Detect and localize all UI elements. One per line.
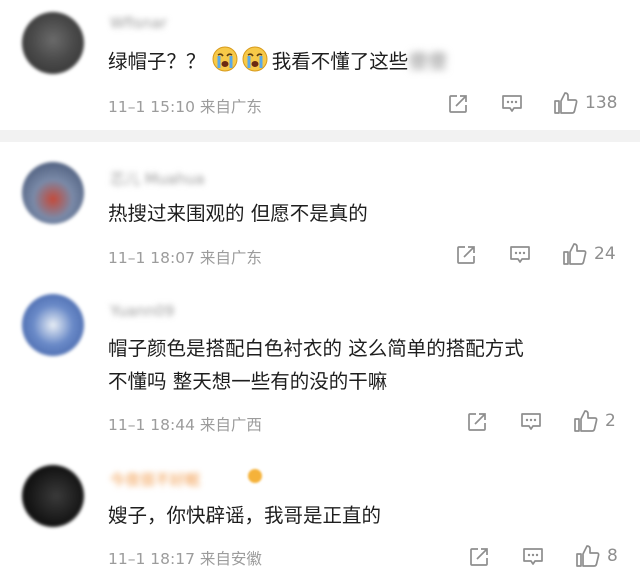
reply-button[interactable] xyxy=(508,244,532,266)
comment-time: 11–1 15:10 xyxy=(108,98,195,116)
comment-location: 来自广西 xyxy=(199,416,262,434)
share-icon xyxy=(468,413,486,431)
avatar[interactable] xyxy=(22,294,84,356)
thumbs-up-icon xyxy=(563,243,587,265)
like-count: 8 xyxy=(607,546,618,566)
comment-meta: 11–1 15:10 来自广东 xyxy=(108,95,262,117)
thumbs-up-icon xyxy=(554,92,578,114)
divider xyxy=(0,130,640,142)
like-count: 24 xyxy=(594,244,616,264)
comment-text-suffix: 我看不懂了这些 xyxy=(271,50,409,73)
comment-text-line-2: 不懂吗 整天想一些有的没的干嘛 xyxy=(108,370,388,393)
comment-text: 热搜过来围观的 但愿不是真的 xyxy=(108,202,368,225)
comment-time: 11–1 18:44 xyxy=(108,416,195,434)
comment-time: 11–1 18:17 xyxy=(108,550,195,568)
comment-item: 芯儿 Muahua 热搜过来围观的 但愿不是真的 11–1 18:07 来自广东… xyxy=(0,142,640,282)
comment-item: 今夜很不好眠 嫂子，你快辟谣，我哥是正直的 11–1 18:17 来自安徽 8 xyxy=(0,447,640,574)
comment-meta: 11–1 18:44 来自广西 xyxy=(108,413,262,435)
comment-icon xyxy=(523,548,543,565)
comment-item: Wfisnar 绿帽子？？ 我看不懂了这些傻傻 11–1 15:10 来自广东 … xyxy=(0,0,640,130)
share-button[interactable] xyxy=(468,546,490,568)
share-icon xyxy=(457,246,475,264)
share-icon xyxy=(449,95,467,113)
share-button[interactable] xyxy=(466,411,488,433)
username[interactable]: 今夜很不好眠 xyxy=(110,469,200,490)
comment-icon xyxy=(502,95,522,112)
vip-badge-icon xyxy=(248,469,262,483)
like-button[interactable]: 8 xyxy=(575,544,618,568)
share-icon xyxy=(470,548,488,566)
share-button[interactable] xyxy=(455,244,477,266)
comment-icon xyxy=(521,413,541,430)
comment-text-line-1: 帽子颜色是搭配白色衬衣的 这么简单的搭配方式 xyxy=(108,337,524,360)
comment-item: Yuann09 帽子颜色是搭配白色衬衣的 这么简单的搭配方式 不懂吗 整天想一些… xyxy=(0,282,640,447)
crying-face-icon xyxy=(242,46,268,82)
comment-location: 来自广东 xyxy=(199,249,262,267)
username[interactable]: Wfisnar xyxy=(110,14,167,32)
username[interactable]: Yuann09 xyxy=(110,302,174,320)
comment-location: 来自安徽 xyxy=(199,550,262,568)
crying-face-icon xyxy=(212,46,238,82)
comment-text-hidden: 傻傻 xyxy=(408,50,448,73)
reply-button[interactable] xyxy=(519,411,543,433)
username[interactable]: 芯儿 Muahua xyxy=(110,168,205,189)
like-button[interactable]: 138 xyxy=(553,91,617,115)
comment-icon xyxy=(510,246,530,263)
comment-meta: 11–1 18:17 来自安徽 xyxy=(108,547,262,569)
like-count: 138 xyxy=(585,93,618,113)
thumbs-up-icon xyxy=(574,410,598,432)
reply-button[interactable] xyxy=(500,93,524,115)
like-count: 2 xyxy=(605,411,616,431)
comment-text: 嫂子，你快辟谣，我哥是正直的 xyxy=(108,504,382,527)
comment-text-prefix: 绿帽子？？ xyxy=(108,50,206,73)
comment-meta: 11–1 18:07 来自广东 xyxy=(108,246,262,268)
share-button[interactable] xyxy=(447,93,469,115)
like-button[interactable]: 2 xyxy=(573,409,616,433)
comment-text: 绿帽子？？ 我看不懂了这些傻傻 xyxy=(108,45,447,82)
comment-location: 来自广东 xyxy=(199,98,262,116)
comment-time: 11–1 18:07 xyxy=(108,249,195,267)
reply-button[interactable] xyxy=(521,546,545,568)
avatar[interactable] xyxy=(22,465,84,527)
avatar[interactable] xyxy=(22,162,84,224)
avatar[interactable] xyxy=(22,12,84,74)
thumbs-up-icon xyxy=(576,545,600,567)
like-button[interactable]: 24 xyxy=(562,242,616,266)
